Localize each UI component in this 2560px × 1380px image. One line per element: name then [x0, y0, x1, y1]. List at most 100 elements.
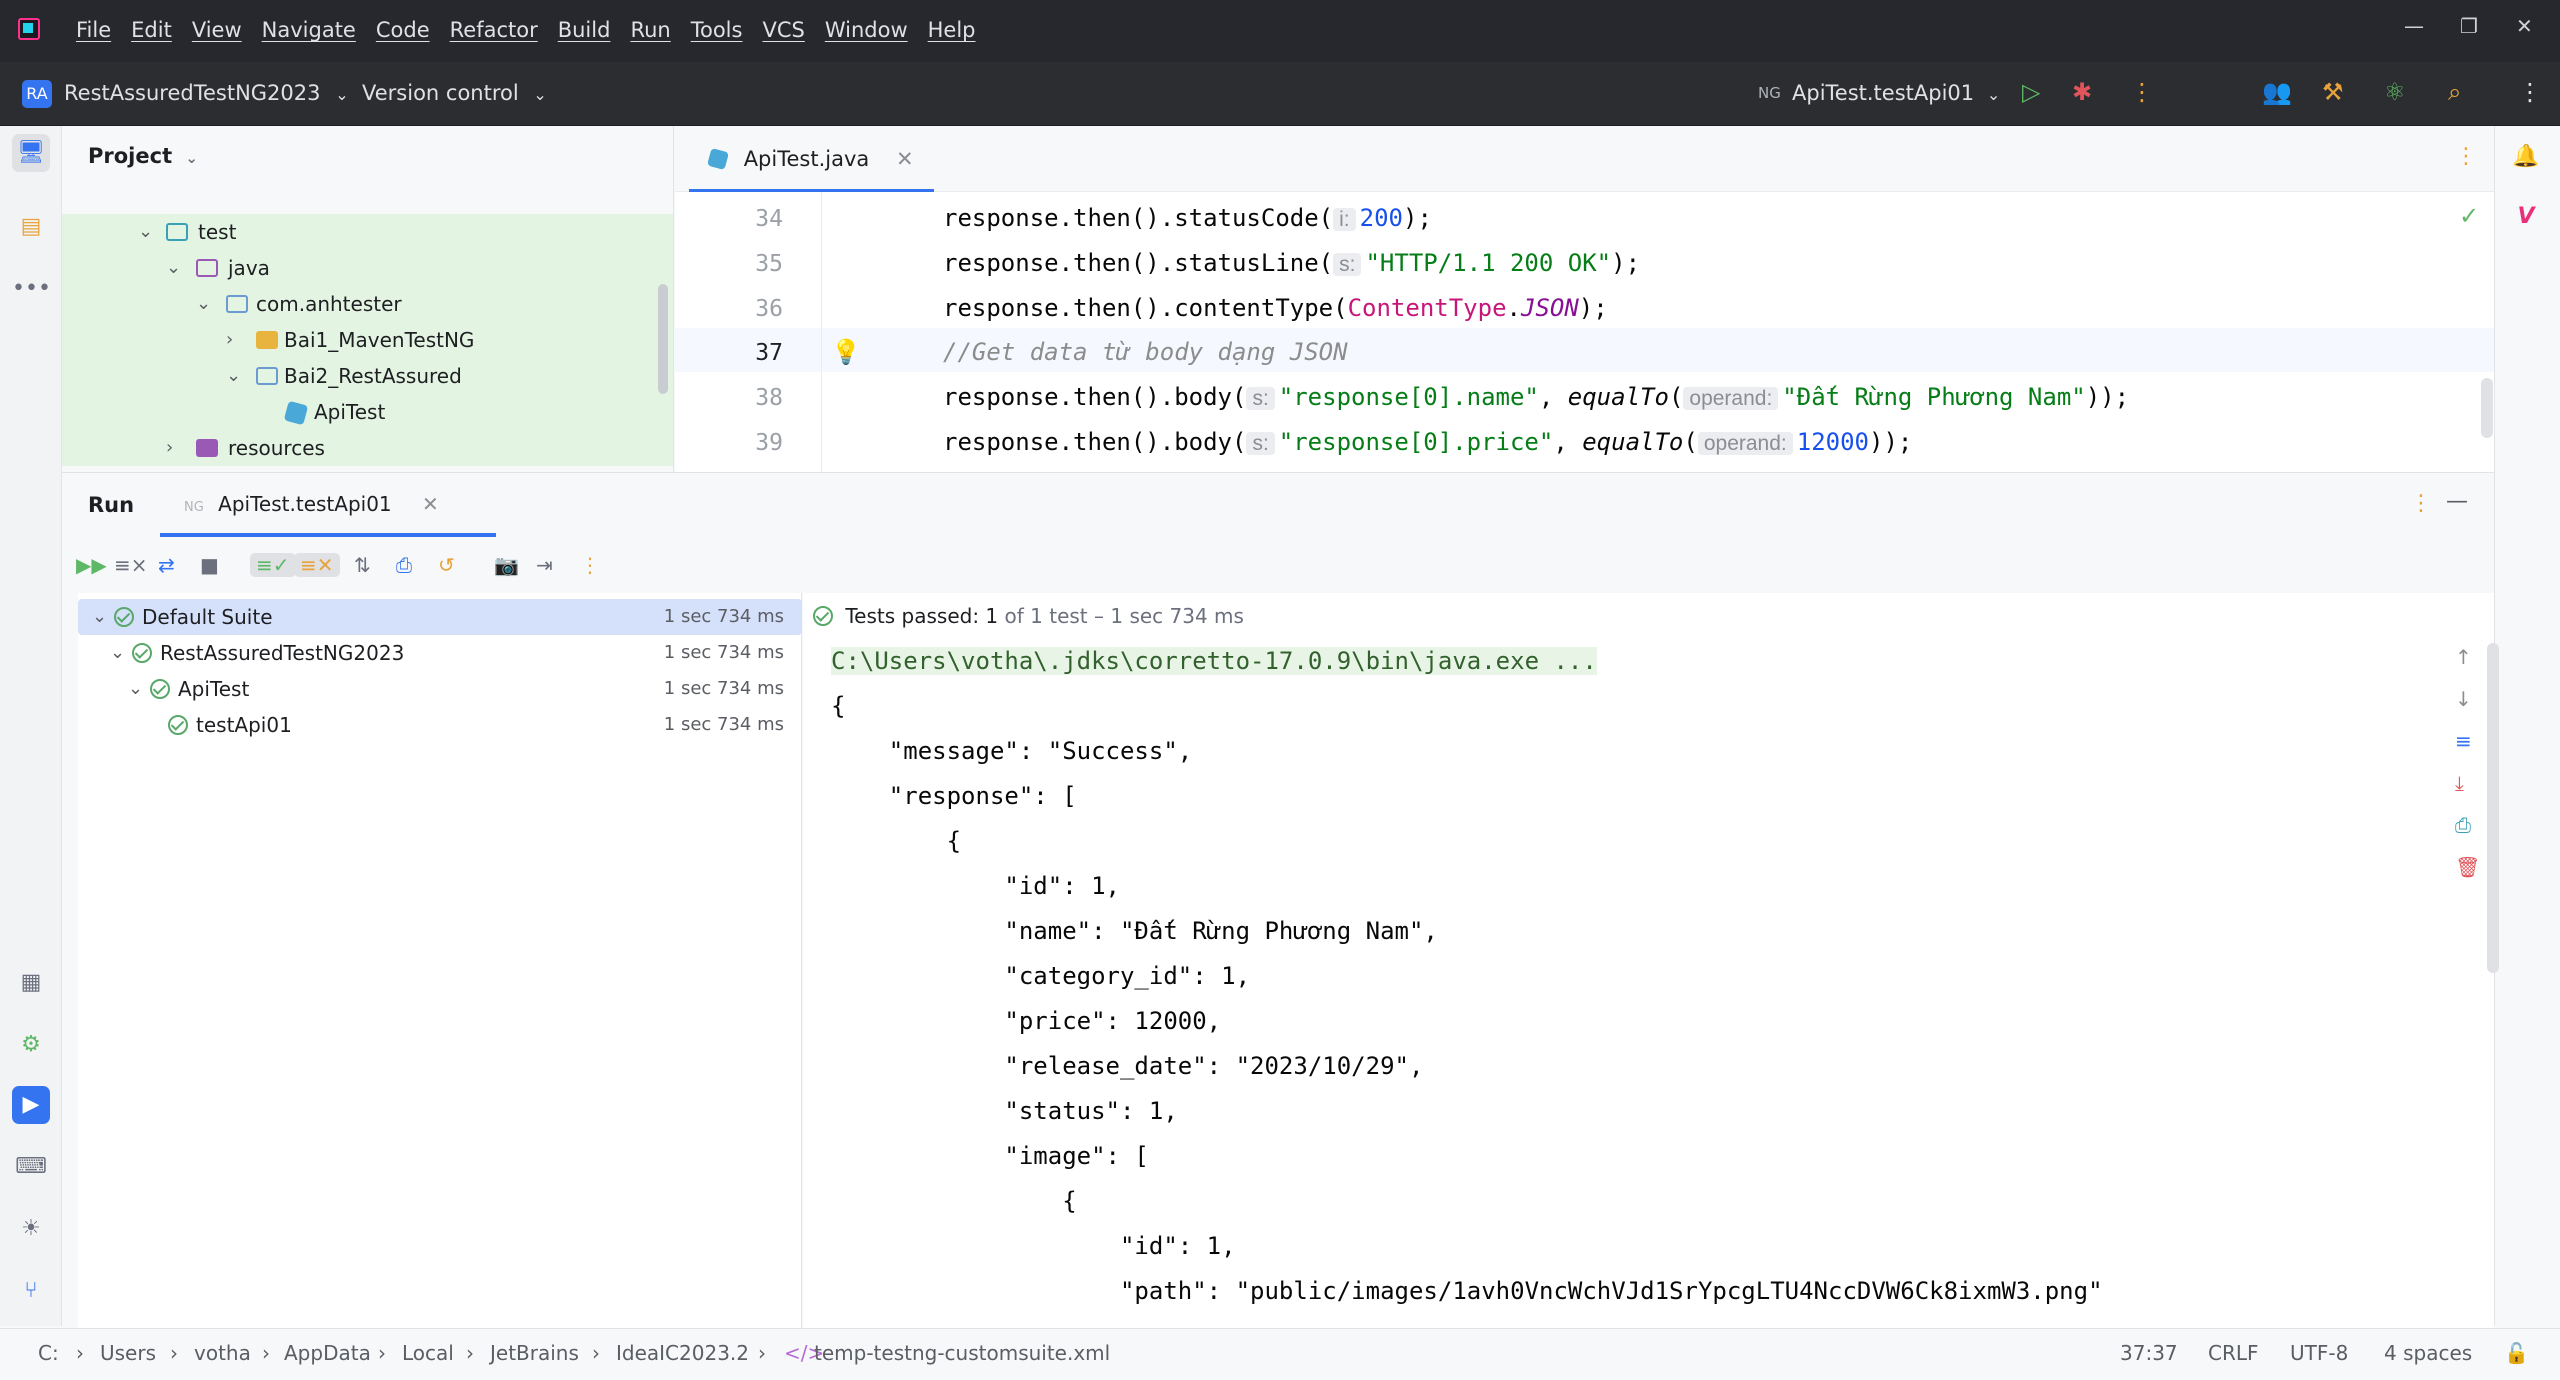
- import-tests-icon[interactable]: ⎙: [396, 553, 412, 577]
- menu-window[interactable]: Window: [825, 18, 908, 42]
- menu-run[interactable]: Run: [630, 18, 670, 42]
- console-output[interactable]: Tests passed: 1 of 1 test – 1 sec 734 ms…: [803, 593, 2499, 1329]
- code-line-39[interactable]: response.then().body(s: "response[0].pric…: [943, 428, 1912, 456]
- problems-tool-icon[interactable]: ☀: [12, 1210, 50, 1248]
- minimize-icon[interactable]: —: [2404, 14, 2424, 38]
- breadcrumb-item[interactable]: Users: [100, 1341, 156, 1365]
- ai-assistant-icon[interactable]: ⚛: [2384, 78, 2406, 106]
- sort-icon[interactable]: ⇅: [354, 553, 371, 577]
- settings-tool-icon[interactable]: ⚙: [12, 1026, 50, 1064]
- menu-help[interactable]: Help: [928, 18, 976, 42]
- chevron-down-icon[interactable]: ⌄: [138, 214, 153, 250]
- run-tab-apitest[interactable]: NG ApiTest.testApi01 ✕: [160, 473, 496, 537]
- services-tool-icon[interactable]: ▦: [12, 964, 50, 1002]
- run-tool-icon[interactable]: ▶: [12, 1086, 50, 1124]
- tree-item-java[interactable]: ⌄ java: [62, 250, 673, 286]
- code-with-me-icon[interactable]: 👥: [2262, 78, 2292, 106]
- menu-file[interactable]: File: [76, 18, 111, 42]
- tree-item-package[interactable]: ⌄ com.anhtester: [62, 286, 673, 322]
- more-vertical-icon[interactable]: ⋮: [2130, 78, 2154, 106]
- menu-edit[interactable]: Edit: [131, 18, 172, 42]
- project-scrollbar[interactable]: [658, 284, 668, 394]
- project-selector[interactable]: RestAssuredTestNG2023 ⌄: [64, 81, 349, 105]
- run-config-selector[interactable]: ApiTest.testApi01 ⌄: [1792, 81, 2000, 105]
- chevron-down-icon[interactable]: ⌄: [92, 599, 107, 635]
- menu-tools[interactable]: Tools: [691, 18, 743, 42]
- chevron-down-icon[interactable]: ⌄: [166, 250, 181, 286]
- code-line-38[interactable]: response.then().body(s: "response[0].name…: [943, 383, 2129, 411]
- chevron-down-icon[interactable]: ⌄: [226, 358, 241, 394]
- editor-tab-apitest[interactable]: ApiTest.java ✕: [689, 126, 934, 192]
- tree-item-apitest[interactable]: ApiTest: [62, 394, 673, 430]
- rerun-icon[interactable]: ▶▶: [76, 553, 107, 577]
- project-panel-title[interactable]: Project ⌄: [88, 144, 198, 168]
- show-ignored-icon[interactable]: ≡✕: [294, 553, 340, 577]
- breadcrumb-item[interactable]: AppData: [284, 1341, 371, 1365]
- stop-icon[interactable]: ■: [200, 553, 219, 577]
- toggle-autotest-icon[interactable]: ⇄: [158, 553, 175, 577]
- settings-vertical-icon[interactable]: ⋮: [2518, 78, 2542, 106]
- breadcrumb-item[interactable]: Local: [402, 1341, 454, 1365]
- more-tools-icon[interactable]: •••: [12, 270, 51, 308]
- tree-item-resources[interactable]: › resources: [62, 430, 673, 466]
- rerun-failed-icon[interactable]: ≡×: [114, 553, 148, 577]
- menu-refactor[interactable]: Refactor: [450, 18, 538, 42]
- menu-code[interactable]: Code: [376, 18, 430, 42]
- breadcrumb-item[interactable]: JetBrains: [490, 1341, 579, 1365]
- editor-scrollbar[interactable]: [2481, 378, 2493, 438]
- chevron-right-icon[interactable]: ›: [166, 430, 173, 466]
- search-icon[interactable]: ⌕: [2448, 78, 2461, 106]
- test-row-class[interactable]: ⌄ ApiTest 1 sec 734 ms: [78, 671, 802, 707]
- history-icon[interactable]: ↺: [438, 553, 455, 577]
- soft-wrap-icon[interactable]: ≡: [2455, 729, 2472, 753]
- chevron-down-icon[interactable]: ⌄: [110, 635, 125, 671]
- line-separator[interactable]: CRLF: [2208, 1341, 2259, 1365]
- lock-icon[interactable]: 🔓: [2504, 1341, 2529, 1365]
- print-icon[interactable]: ⎙: [2455, 813, 2471, 837]
- close-tab-icon[interactable]: ✕: [422, 492, 439, 516]
- screenshot-icon[interactable]: 📷: [494, 553, 519, 577]
- build-tools-icon[interactable]: ⚒: [2322, 78, 2344, 106]
- structure-tool-icon[interactable]: ▤: [12, 208, 50, 246]
- code-line-35[interactable]: response.then().statusLine(s: "HTTP/1.1 2…: [943, 249, 1640, 277]
- scroll-to-end-icon[interactable]: ⤓: [2455, 771, 2464, 795]
- arrow-up-icon[interactable]: ↑: [2455, 645, 2472, 669]
- tree-item-test[interactable]: ⌄ test: [62, 214, 673, 250]
- caret-position[interactable]: 37:37: [2120, 1341, 2178, 1365]
- test-row-default-suite[interactable]: ⌄ Default Suite 1 sec 734 ms: [78, 599, 802, 635]
- file-encoding[interactable]: UTF-8: [2290, 1341, 2348, 1365]
- run-icon[interactable]: ▷: [2022, 78, 2040, 106]
- test-row-suite[interactable]: ⌄ RestAssuredTestNG2023 1 sec 734 ms: [78, 635, 802, 671]
- close-tab-icon[interactable]: ✕: [896, 147, 914, 171]
- code-line-36[interactable]: response.then().contentType(ContentType.…: [943, 294, 1608, 322]
- code-line-37[interactable]: //Get data từ body dạng JSON: [943, 338, 1348, 366]
- version-control-selector[interactable]: Version control ⌄: [362, 81, 547, 105]
- inspections-ok-icon[interactable]: ✓: [2459, 202, 2479, 230]
- clear-all-icon[interactable]: 🗑: [2455, 855, 2480, 879]
- chevron-down-icon[interactable]: ⌄: [128, 671, 143, 707]
- breadcrumb-item[interactable]: temp-testng-customsuite.xml: [814, 1341, 1110, 1365]
- close-window-icon[interactable]: ✕: [2516, 14, 2533, 38]
- test-row-method[interactable]: testApi01 1 sec 734 ms: [78, 707, 802, 743]
- breadcrumb-item[interactable]: votha: [194, 1341, 251, 1365]
- git-tool-icon[interactable]: ⑂: [12, 1272, 50, 1310]
- console-scrollbar[interactable]: [2487, 643, 2499, 973]
- menu-vcs[interactable]: VCS: [762, 18, 804, 42]
- project-badge[interactable]: RA: [22, 80, 52, 108]
- chevron-down-icon[interactable]: ⌄: [196, 286, 211, 322]
- code-line-34[interactable]: response.then().statusCode(i: 200);: [943, 204, 1432, 232]
- breadcrumb-item[interactable]: IdeaIC2023.2: [616, 1341, 749, 1365]
- arrow-down-icon[interactable]: ↓: [2455, 687, 2472, 711]
- hide-panel-icon[interactable]: —: [2446, 489, 2468, 514]
- project-tool-icon[interactable]: 🖥: [12, 134, 50, 172]
- export-icon[interactable]: ⇥: [536, 553, 553, 577]
- menu-build[interactable]: Build: [558, 18, 611, 42]
- debug-icon[interactable]: ✱: [2072, 78, 2092, 106]
- notifications-icon[interactable]: 🔔: [2507, 138, 2545, 176]
- editor-more-icon[interactable]: ⋮: [2455, 144, 2477, 169]
- restore-icon[interactable]: ❐: [2460, 14, 2478, 38]
- run-more-icon[interactable]: ⋮: [2410, 491, 2432, 516]
- breadcrumb-item[interactable]: C:: [38, 1341, 59, 1365]
- more-vertical-icon[interactable]: ⋮: [580, 553, 600, 577]
- chevron-right-icon[interactable]: ›: [226, 322, 233, 358]
